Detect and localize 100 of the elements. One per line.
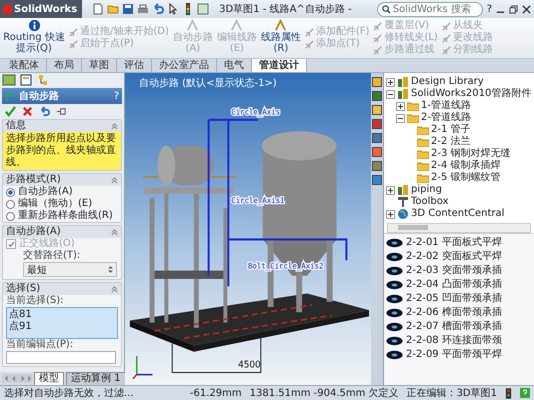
ribbon-tab[interactable]: 装配体 bbox=[2, 59, 47, 72]
route-tool-icon bbox=[230, 19, 244, 32]
tool-icon bbox=[304, 40, 314, 48]
folder-icon bbox=[417, 137, 429, 147]
search-field[interactable]: SolidWorks 搜索 bbox=[376, 2, 483, 16]
tree-item[interactable]: 2-4 锻制承插焊 bbox=[431, 160, 501, 172]
ribbon-tab[interactable]: 评估 bbox=[117, 59, 152, 72]
list-item[interactable]: 点81 bbox=[9, 309, 115, 321]
input-field[interactable] bbox=[6, 351, 116, 364]
folder-icon bbox=[417, 149, 429, 159]
library-item[interactable]: 2-2-03 突面带颈承插 bbox=[406, 265, 502, 277]
dimension-value: 4500 bbox=[238, 360, 261, 370]
scrollbar[interactable] bbox=[387, 223, 531, 233]
spin-arrows-icon[interactable] bbox=[108, 265, 113, 274]
library-item[interactable]: 2-2-04 凸面带颈承插 bbox=[406, 279, 502, 291]
save-icon[interactable] bbox=[122, 3, 134, 15]
app-logo: SolidWorks bbox=[0, 0, 82, 18]
cancel-x-icon[interactable] bbox=[22, 106, 33, 117]
tree-item[interactable]: 1-管道线路 bbox=[421, 100, 471, 112]
ribbon-button[interactable]: Routing 快速提示(Q) bbox=[3, 18, 65, 58]
radio-button[interactable] bbox=[6, 200, 15, 208]
undo-icon[interactable] bbox=[152, 3, 164, 15]
library-item[interactable]: 2-2-06 榫面带颈承插 bbox=[406, 307, 502, 319]
library-item[interactable]: 2-2-09 平面带颈平焊 bbox=[406, 349, 502, 361]
help-button[interactable]: ? bbox=[114, 90, 119, 102]
radio-label: 重新步路样条曲线(R) bbox=[18, 210, 113, 222]
flange-icon bbox=[386, 280, 403, 290]
radio-button[interactable] bbox=[6, 188, 15, 196]
tool-icon bbox=[442, 46, 451, 54]
ribbon-button[interactable]: 线路属性(R) bbox=[260, 18, 301, 58]
tree-item[interactable]: SolidWorks2010管路附件 bbox=[411, 88, 532, 100]
document-icon[interactable] bbox=[92, 3, 104, 15]
help-button[interactable]: ? bbox=[486, 4, 492, 14]
info-icon bbox=[28, 19, 40, 32]
tree-item[interactable]: 2-3 钢制对焊无缝 bbox=[431, 148, 511, 160]
print-icon[interactable] bbox=[137, 3, 150, 15]
spin-field[interactable]: 最短 bbox=[23, 262, 117, 277]
radio-label: 自动步路(A) bbox=[18, 186, 73, 198]
pin-icon[interactable] bbox=[56, 106, 67, 117]
axis-triad-icon bbox=[132, 356, 153, 380]
tool-icon bbox=[373, 22, 382, 30]
selection-list[interactable]: 点81 点91 bbox=[6, 307, 118, 339]
ribbon-tab[interactable]: 办公室产品 bbox=[152, 59, 217, 72]
route-tool-icon bbox=[186, 19, 200, 32]
tree-item[interactable]: 3D ContentCentral bbox=[411, 208, 504, 220]
expand-icon[interactable] bbox=[386, 78, 395, 86]
panel-title: 自动步路 bbox=[19, 90, 60, 103]
tree-item[interactable]: 2-管道线路 bbox=[421, 112, 471, 124]
status-text: -61.29mm bbox=[190, 388, 242, 398]
library-item[interactable]: 2-2-07 槽面带颈承插 bbox=[406, 321, 502, 333]
library-icon bbox=[397, 76, 409, 88]
cursor-icon[interactable] bbox=[167, 3, 180, 15]
restore-icon[interactable] bbox=[509, 4, 518, 14]
field-label: 当前编辑点(P): bbox=[5, 339, 74, 351]
property-manager-icon[interactable] bbox=[19, 74, 33, 86]
collapse-icon[interactable] bbox=[386, 90, 395, 98]
ok-check-icon[interactable] bbox=[5, 106, 16, 117]
expand-icon[interactable] bbox=[396, 102, 405, 110]
library-item[interactable]: 2-2-01 平面板式平焊 bbox=[406, 237, 502, 249]
expand-icon[interactable] bbox=[386, 210, 395, 218]
folder-icon bbox=[407, 113, 419, 123]
window-title: 3D草图1 - 线路A^自动步路 - bbox=[219, 2, 353, 16]
ribbon-tab[interactable]: 管道设计 bbox=[252, 59, 307, 72]
search-icon bbox=[382, 4, 391, 14]
section-title: 自动步路(A) bbox=[6, 226, 61, 238]
traffic-light-icon[interactable] bbox=[505, 388, 512, 398]
tree-item[interactable]: piping bbox=[411, 184, 442, 196]
close-icon[interactable] bbox=[522, 4, 531, 14]
flange-icon bbox=[386, 322, 403, 332]
tree-item[interactable]: Design Library bbox=[411, 76, 484, 88]
tool-icon bbox=[69, 28, 78, 36]
ribbon-tab[interactable]: 草图 bbox=[82, 59, 117, 72]
folder-icon bbox=[417, 161, 429, 171]
radio-label: 编辑（拖动）(E) bbox=[18, 198, 92, 210]
help-icon[interactable] bbox=[520, 388, 530, 398]
ribbon-tab[interactable]: 布局 bbox=[47, 59, 82, 72]
model-tab[interactable]: 运动算例 1 bbox=[66, 372, 126, 386]
breadcrumb: 自动步路 (默认<显示状态-1>) bbox=[139, 76, 277, 90]
configuration-icon[interactable] bbox=[36, 74, 50, 86]
status-text: 1381.51mm -904.5mm 欠定义 bbox=[250, 386, 399, 400]
folder-icon[interactable] bbox=[107, 3, 120, 15]
collapse-icon[interactable] bbox=[396, 114, 405, 122]
model-tab[interactable]: 模型 bbox=[34, 372, 64, 386]
expand-icon[interactable] bbox=[386, 186, 395, 194]
route-icon bbox=[5, 90, 16, 102]
info-message: 选择步路所用起点以及要步路到的点、线夹轴或直线。 bbox=[3, 132, 121, 170]
tree-item[interactable]: Toolbox bbox=[411, 196, 448, 208]
section-title: 选择(S) bbox=[6, 283, 40, 294]
options-icon[interactable] bbox=[197, 3, 210, 15]
tree-item[interactable]: 2-1 管子 bbox=[431, 124, 471, 136]
list-item[interactable]: 点91 bbox=[9, 321, 115, 333]
flange-icon bbox=[386, 252, 403, 262]
feature-tree-icon[interactable] bbox=[2, 74, 16, 86]
tree-item[interactable]: 2-2 法兰 bbox=[431, 136, 471, 148]
tree-item[interactable]: 2-5 锻制螺纹管 bbox=[431, 172, 501, 184]
undo-icon[interactable] bbox=[39, 106, 50, 117]
library-item[interactable]: 2-2-08 环连接面带颈 bbox=[406, 335, 502, 347]
radio-button[interactable] bbox=[6, 212, 15, 220]
library-item[interactable]: 2-2-02 突面板式平焊 bbox=[406, 251, 502, 263]
library-item[interactable]: 2-2-05 凹面带颈承插 bbox=[406, 293, 502, 305]
